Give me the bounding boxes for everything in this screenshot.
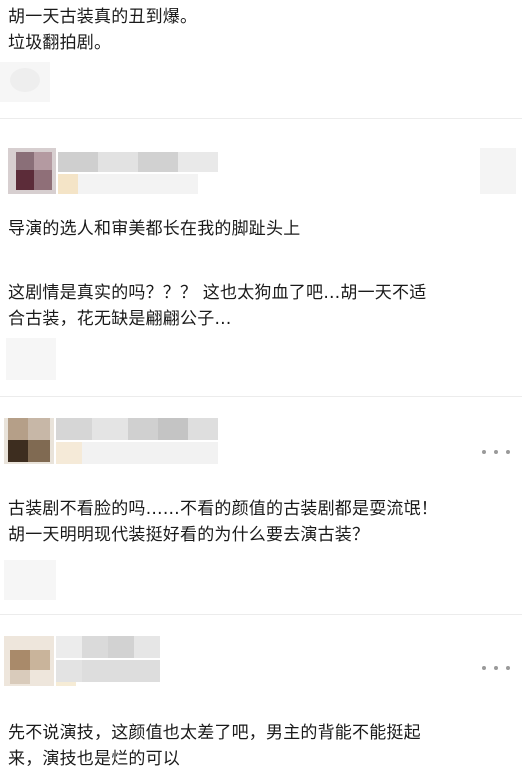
- comment-line: 来，演技也是烂的可以: [8, 749, 180, 769]
- more-options-button[interactable]: [482, 446, 510, 458]
- avatar[interactable]: [8, 148, 56, 194]
- comment-line: 导演的选人和审美都长在我的脚趾头上: [8, 219, 301, 239]
- divider: [0, 396, 522, 397]
- more-dot: [506, 666, 510, 670]
- more-dot: [494, 450, 498, 454]
- more-options-icon: [482, 450, 486, 454]
- meta-mosaic: [6, 338, 56, 380]
- side-mosaic: [480, 148, 516, 194]
- comment-text: 导演的选人和审美都长在我的脚趾头上: [8, 216, 514, 242]
- avatar[interactable]: [4, 418, 54, 464]
- meta-mosaic: [4, 560, 56, 600]
- more-dot: [494, 666, 498, 670]
- comment-text: 胡一天古装真的丑到爆。 垃圾翻拍剧。: [8, 4, 514, 56]
- divider: [0, 118, 522, 119]
- comment-line: 先不说演技，这颜值也太差了吧，男主的背能不能挺起: [8, 723, 421, 743]
- comment-line: 古装剧不看脸的吗……不看的颜值的古装剧都是耍流氓！: [8, 499, 438, 519]
- avatar[interactable]: [4, 636, 54, 686]
- comment-line: 合古装，花无缺是翩翩公子…: [8, 309, 232, 329]
- username-mosaic: [56, 418, 220, 464]
- comment-line: 胡一天古装真的丑到爆。: [8, 7, 198, 27]
- divider: [0, 614, 522, 615]
- comment-line: 垃圾翻拍剧。: [8, 33, 112, 53]
- meta-mosaic: [0, 62, 50, 102]
- comment-line: 这剧情是真实的吗？？？ 这也太狗血了吧…胡一天不适: [8, 283, 427, 303]
- more-options-button[interactable]: [482, 662, 510, 674]
- comment-text: 先不说演技，这颜值也太差了吧，男主的背能不能挺起 来，演技也是烂的可以: [8, 720, 514, 772]
- comment-line: 胡一天明明现代装挺好看的为什么要去演古装？: [8, 525, 370, 545]
- comment-text: 古装剧不看脸的吗……不看的颜值的古装剧都是耍流氓！ 胡一天明明现代装挺好看的为什…: [8, 496, 514, 548]
- more-options-icon: [482, 666, 486, 670]
- comment-text: 这剧情是真实的吗？？？ 这也太狗血了吧…胡一天不适 合古装，花无缺是翩翩公子…: [8, 280, 514, 332]
- username-mosaic: [56, 636, 160, 686]
- more-dot: [506, 450, 510, 454]
- username-mosaic: [58, 152, 218, 194]
